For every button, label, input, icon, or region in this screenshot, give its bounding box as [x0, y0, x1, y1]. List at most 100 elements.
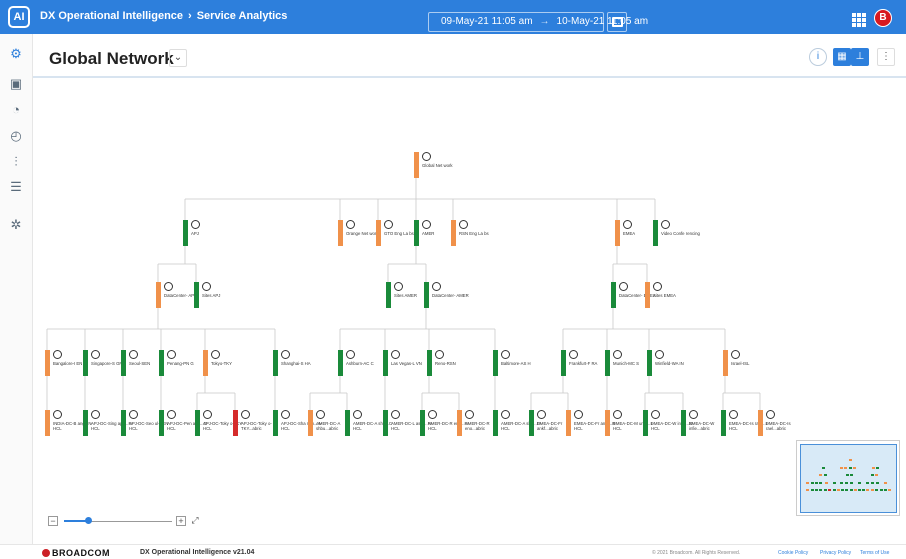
tree-node-dcamer[interactable]: DataCenter- AMER: [424, 282, 476, 312]
minimap-node: [819, 488, 823, 491]
privacy-policy-link[interactable]: Privacy Policy: [820, 550, 851, 556]
zoom-out-button[interactable]: −: [48, 516, 58, 526]
tree-node-tokyo[interactable]: Tokyo-TKY: [203, 350, 255, 380]
minimap-node: [871, 474, 875, 477]
node-status-bar: [183, 220, 188, 246]
tree-node-sitesapj[interactable]: Sites APJ: [194, 282, 246, 312]
node-status-bar: [83, 410, 88, 436]
report-icon[interactable]: ☰: [8, 179, 24, 195]
node-status-bar: [195, 410, 200, 436]
alarm-icon[interactable]: ◔: [8, 102, 24, 118]
settings-icon[interactable]: ✲: [8, 217, 24, 233]
more-menu-icon[interactable]: ⋮: [877, 48, 895, 66]
info-icon[interactable]: i: [809, 48, 827, 66]
minimap-node: [875, 474, 879, 477]
chevron-down-icon[interactable]: ⌄: [169, 49, 187, 67]
minimap-node: [850, 482, 854, 485]
terms-of-use-link[interactable]: Terms of Use: [860, 550, 889, 556]
monitor-icon[interactable]: ▣: [8, 76, 24, 92]
node-status-bar: [529, 410, 534, 436]
minimap-node: [849, 488, 853, 491]
service-globe-icon: [394, 282, 403, 291]
node-label: EMEA-DC-Is rael...abric: [766, 421, 791, 432]
node-label: RSN Eng La bs: [459, 231, 489, 236]
node-status-bar: [647, 350, 652, 376]
node-status-bar: [605, 410, 610, 436]
service-globe-icon: [459, 220, 468, 229]
apps-grid-icon[interactable]: [852, 13, 866, 27]
product-version: DX Operational Intelligence v21.04: [140, 549, 255, 556]
services-icon[interactable]: ⚙: [8, 46, 24, 62]
sidebar: ⚙ ▣ ◔ ◴ ⫶ ☰ ✲: [0, 34, 33, 544]
minimap-node: [845, 488, 849, 491]
page-title: Global Network: [49, 49, 174, 68]
breadcrumb-item-service-analytics[interactable]: Service Analytics: [197, 10, 288, 22]
minimap-node: [840, 482, 844, 485]
service-globe-icon: [191, 220, 200, 229]
topology-canvas[interactable]: Global Net work APJ Orange Net work GTO Eng…: [33, 80, 906, 544]
minimap-node: [819, 482, 823, 485]
card-view-icon[interactable]: ▦: [833, 48, 851, 66]
minimap-node: [879, 488, 883, 491]
tree-node-winn[interactable]: Winfield-WA IN: [647, 350, 699, 380]
top-bar: AI DX Operational Intelligence › Service A…: [0, 0, 906, 34]
app-logo[interactable]: AI: [8, 6, 30, 28]
node-status-bar: [493, 350, 498, 376]
node-status-bar: [414, 152, 419, 178]
service-globe-icon: [623, 220, 632, 229]
node-label: Tokyo-TKY: [211, 361, 233, 366]
node-status-bar: [721, 410, 726, 436]
minimap-node: [857, 488, 861, 491]
fit-screen-icon[interactable]: ⤢: [190, 516, 200, 526]
minimap[interactable]: [796, 440, 900, 516]
user-avatar[interactable]: B: [874, 9, 892, 27]
tree-node-israel[interactable]: Israel-ISL: [723, 350, 775, 380]
tree-node-l20[interactable]: EMEA-DC-Is rael...abric: [758, 410, 810, 440]
node-status-bar: [308, 410, 313, 436]
tree-node-video[interactable]: Video Confe rencing: [653, 220, 705, 250]
tree-view-icon[interactable]: ⊥: [851, 48, 869, 66]
tree-node-apj[interactable]: APJ: [183, 220, 235, 250]
minimap-node: [815, 482, 819, 485]
minimap-node: [884, 482, 888, 485]
tree-node-reno[interactable]: Reno-RSN: [427, 350, 479, 380]
zoom-slider-handle[interactable]: [84, 517, 92, 524]
tree-node-root[interactable]: Global Net work: [414, 152, 466, 182]
node-status-bar: [159, 410, 164, 436]
tree-node-rsn[interactable]: RSN Eng La bs: [451, 220, 503, 250]
page-header: Global Network ⌄ i ▦ ⊥ ⋮: [33, 34, 906, 78]
minimap-viewport[interactable]: [800, 444, 897, 513]
breadcrumb-separator: ›: [188, 10, 192, 22]
node-status-bar: [723, 350, 728, 376]
minimap-node: [853, 467, 857, 470]
service-globe-icon: [129, 410, 138, 419]
tree-node-shang[interactable]: Shanghai-S HA: [273, 350, 325, 380]
service-globe-icon: [428, 410, 437, 419]
node-label: Reno-RSN: [435, 361, 456, 366]
time-range-picker[interactable]: 09-May-21 11:05 am → 10-May-21 11:05 am: [428, 12, 648, 32]
node-status-bar: [376, 220, 381, 246]
minimap-node: [845, 474, 849, 477]
topology-tree: [46, 178, 761, 410]
breadcrumb-item-product[interactable]: DX Operational Intelligence: [40, 10, 183, 22]
minimap-node: [888, 488, 892, 491]
tree-node-sitesemea[interactable]: Sites EMEA: [645, 282, 697, 312]
cookie-policy-link[interactable]: Cookie Policy: [778, 550, 808, 556]
service-globe-icon: [432, 282, 441, 291]
minimap-node: [840, 467, 844, 470]
dashboard-icon[interactable]: ◴: [8, 128, 24, 144]
minimap-node: [810, 482, 814, 485]
node-status-bar: [338, 220, 343, 246]
analytics-icon[interactable]: ⫶: [8, 154, 24, 170]
service-globe-icon: [537, 410, 546, 419]
zoom-in-button[interactable]: +: [176, 516, 186, 526]
service-globe-icon: [619, 282, 628, 291]
service-globe-icon: [53, 410, 62, 419]
node-status-bar: [681, 410, 686, 436]
service-globe-icon: [384, 220, 393, 229]
node-status-bar: [386, 282, 391, 308]
node-label: APJ: [191, 231, 199, 236]
service-globe-icon: [91, 350, 100, 359]
calendar-icon[interactable]: [607, 12, 627, 32]
tree-node-balt[interactable]: Baltimore-AS H: [493, 350, 545, 380]
